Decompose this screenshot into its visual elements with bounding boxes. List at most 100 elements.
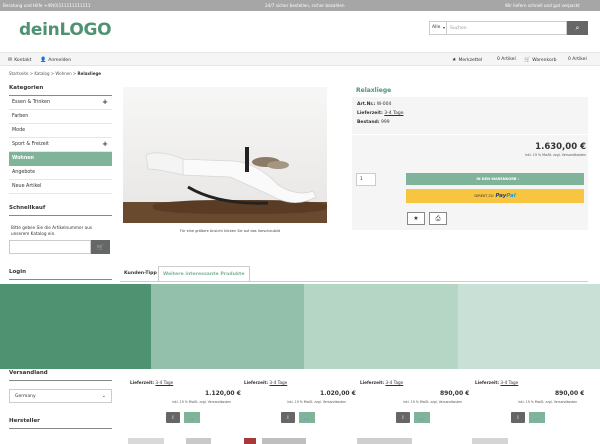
info-icon: i (172, 414, 174, 421)
login-label: Anmelden (48, 58, 72, 63)
wishlist-button[interactable]: ★ (407, 212, 425, 225)
topbar-secure: 24/7 sicher bestellen, sicher bezahlen (265, 3, 345, 8)
sidebar-item-label: Angebote (12, 170, 36, 175)
search-input[interactable]: Suchen (447, 21, 567, 35)
site-logo[interactable]: deinLOGO (19, 20, 112, 40)
tab-weitere-produkte[interactable]: Weitere interessante Produkte (158, 266, 250, 281)
card-2-price: 1.020,00 € (320, 390, 356, 397)
wishlist-link[interactable]: ★ Merkzettel (452, 57, 482, 63)
star-icon: ★ (452, 57, 457, 63)
login-title: Login (9, 269, 27, 275)
breadcrumb-home[interactable]: Startseite (9, 71, 28, 76)
sidebar-item-mode[interactable]: Mode (9, 124, 112, 138)
info-icon: i (287, 414, 289, 421)
wishlist-label: Merkzettel (458, 58, 483, 63)
plus-icon[interactable]: + (102, 140, 108, 148)
breadcrumb-catalog[interactable]: Katalog (34, 71, 49, 76)
cart-icon: 🛒 (533, 414, 541, 421)
paypal-logo-pay: Pay (495, 193, 507, 199)
card-delivery-link[interactable]: 3-4 Tage (155, 380, 173, 385)
breadcrumb-living[interactable]: Wohnen (55, 71, 71, 76)
sidebar-item-farben[interactable]: Farben (9, 110, 112, 124)
sidebar-item-neue-artikel[interactable]: Neue Artikel (9, 180, 112, 194)
paypal-button[interactable]: DIREKT ZU Pay Pal (406, 189, 584, 203)
card-4-price: 890,00 € (555, 390, 585, 397)
card-2-cart-button[interactable]: 🛒 (299, 412, 315, 423)
paypal-prefix: DIREKT ZU (474, 194, 494, 198)
card-1-price: 1.120,00 € (205, 390, 241, 397)
delivery-time: Lieferzeit: 3-4 Tage (357, 111, 403, 116)
card-delivery-link[interactable]: 3-4 Tage (385, 380, 403, 385)
sidebar-item-label: Neue Artikel (12, 184, 42, 189)
info-icon: i (402, 414, 404, 421)
quickbuy-button[interactable]: 🛒 (91, 240, 110, 254)
card-2-info-button[interactable]: i (281, 412, 295, 423)
card-4-note: inkl. 19 % MwSt. zzgl. Versandkosten (518, 400, 578, 404)
mail-icon: ✉ (8, 57, 13, 63)
product-thumbnail[interactable] (244, 438, 256, 444)
cart-link[interactable]: 🛒 Warenkorb (524, 57, 556, 63)
card-1-cart-button[interactable]: 🛒 (184, 412, 200, 423)
tab-divider (120, 281, 588, 282)
product-thumbnail[interactable] (186, 438, 211, 444)
card-3-info-button[interactable]: i (396, 412, 410, 423)
card-4-info-button[interactable]: i (511, 412, 525, 423)
card-delivery-label: Lieferzeit: (130, 380, 155, 385)
sidebar-item-sport-freizeit[interactable]: Sport & Freizeit + (9, 138, 112, 152)
product-thumbnail[interactable] (128, 438, 164, 444)
search-scope-select[interactable]: Alle ▾ (429, 21, 447, 35)
add-to-cart-label: IN DEN WARENKORB (476, 177, 517, 181)
product-thumbnail[interactable] (262, 438, 306, 444)
top-info-bar: Beratung und Hilfe +49(0)111111111111 24… (0, 0, 600, 11)
card-delivery-label: Lieferzeit: (360, 380, 385, 385)
print-button[interactable]: ⎙ (429, 212, 447, 225)
card-2-note: inkl. 19 % MwSt. zzgl. Versandkosten (287, 400, 347, 404)
contact-label: Kontakt (14, 58, 32, 63)
card-4-cart-button[interactable]: 🛒 (529, 412, 545, 423)
search-button[interactable]: ⌕ (567, 21, 588, 35)
cart-count: 0 Artikel (568, 57, 587, 62)
quickbuy-text: Bitte geben Sie die Artikelnummer aus un… (11, 225, 93, 236)
card-delivery-link[interactable]: 3-4 Tage (269, 380, 287, 385)
product-image[interactable] (123, 87, 327, 223)
product-thumbnail[interactable] (357, 438, 412, 444)
chevron-down-icon: ▾ (442, 25, 445, 30)
card-1-info-button[interactable]: i (166, 412, 180, 423)
manufacturer-title: Hersteller (9, 418, 40, 424)
card-3-price: 890,00 € (440, 390, 470, 397)
sidebar-item-essen-trinken[interactable]: Essen & Trinken + (9, 96, 112, 110)
contact-link[interactable]: ✉ Kontakt (8, 57, 31, 63)
sidebar-item-wohnen[interactable]: Wohnen (9, 152, 112, 166)
product-title: Relaxliege (356, 87, 392, 94)
card-delivery-label: Lieferzeit: (244, 380, 269, 385)
login-link[interactable]: 👤 Anmelden (40, 57, 71, 63)
sidebar-item-angebote[interactable]: Angebote (9, 166, 112, 180)
quickbuy-input[interactable] (9, 240, 91, 254)
article-number-value: W-004 (376, 102, 392, 107)
sidebar-item-label: Farben (12, 114, 29, 119)
cart-icon: 🛒 (524, 57, 531, 63)
price-note: inkl. 19 % MwSt. zzgl. Versandkosten (524, 153, 586, 157)
card-3-note: inkl. 19 % MwSt. zzgl. Versandkosten (403, 400, 463, 404)
tab-kunden-tipp[interactable]: Kunden-Tipp (120, 266, 161, 281)
color-band-4 (458, 284, 600, 369)
logo-part1: dein (19, 20, 60, 40)
delivery-time-link[interactable]: 3-4 Tage (384, 111, 403, 116)
product-thumbnail[interactable] (472, 438, 508, 444)
quantity-input[interactable]: 1 (356, 173, 376, 186)
country-select[interactable]: Germany ⌄ (9, 389, 112, 403)
stock: Bestand: 999 (357, 120, 390, 125)
star-icon: ★ (413, 215, 419, 222)
card-3-cart-button[interactable]: 🛒 (414, 412, 430, 423)
sidebar-item-label: Wohnen (12, 156, 34, 161)
color-band-3 (304, 284, 458, 369)
plus-icon[interactable]: + (102, 98, 108, 106)
add-to-cart-button[interactable]: 🛒 IN DEN WARENKORB › (406, 173, 584, 185)
card-4-delivery: Lieferzeit: 3-4 Tage (475, 380, 518, 385)
manufacturer-divider (9, 428, 112, 429)
cart-icon: 🛒 (303, 414, 311, 421)
wishlist-count: 0 Artikel (497, 57, 516, 62)
cart-label: Warenkorb (532, 58, 557, 63)
card-delivery-link[interactable]: 3-4 Tage (500, 380, 518, 385)
topbar-hotline: Beratung und Hilfe +49(0)111111111111 (3, 3, 91, 8)
